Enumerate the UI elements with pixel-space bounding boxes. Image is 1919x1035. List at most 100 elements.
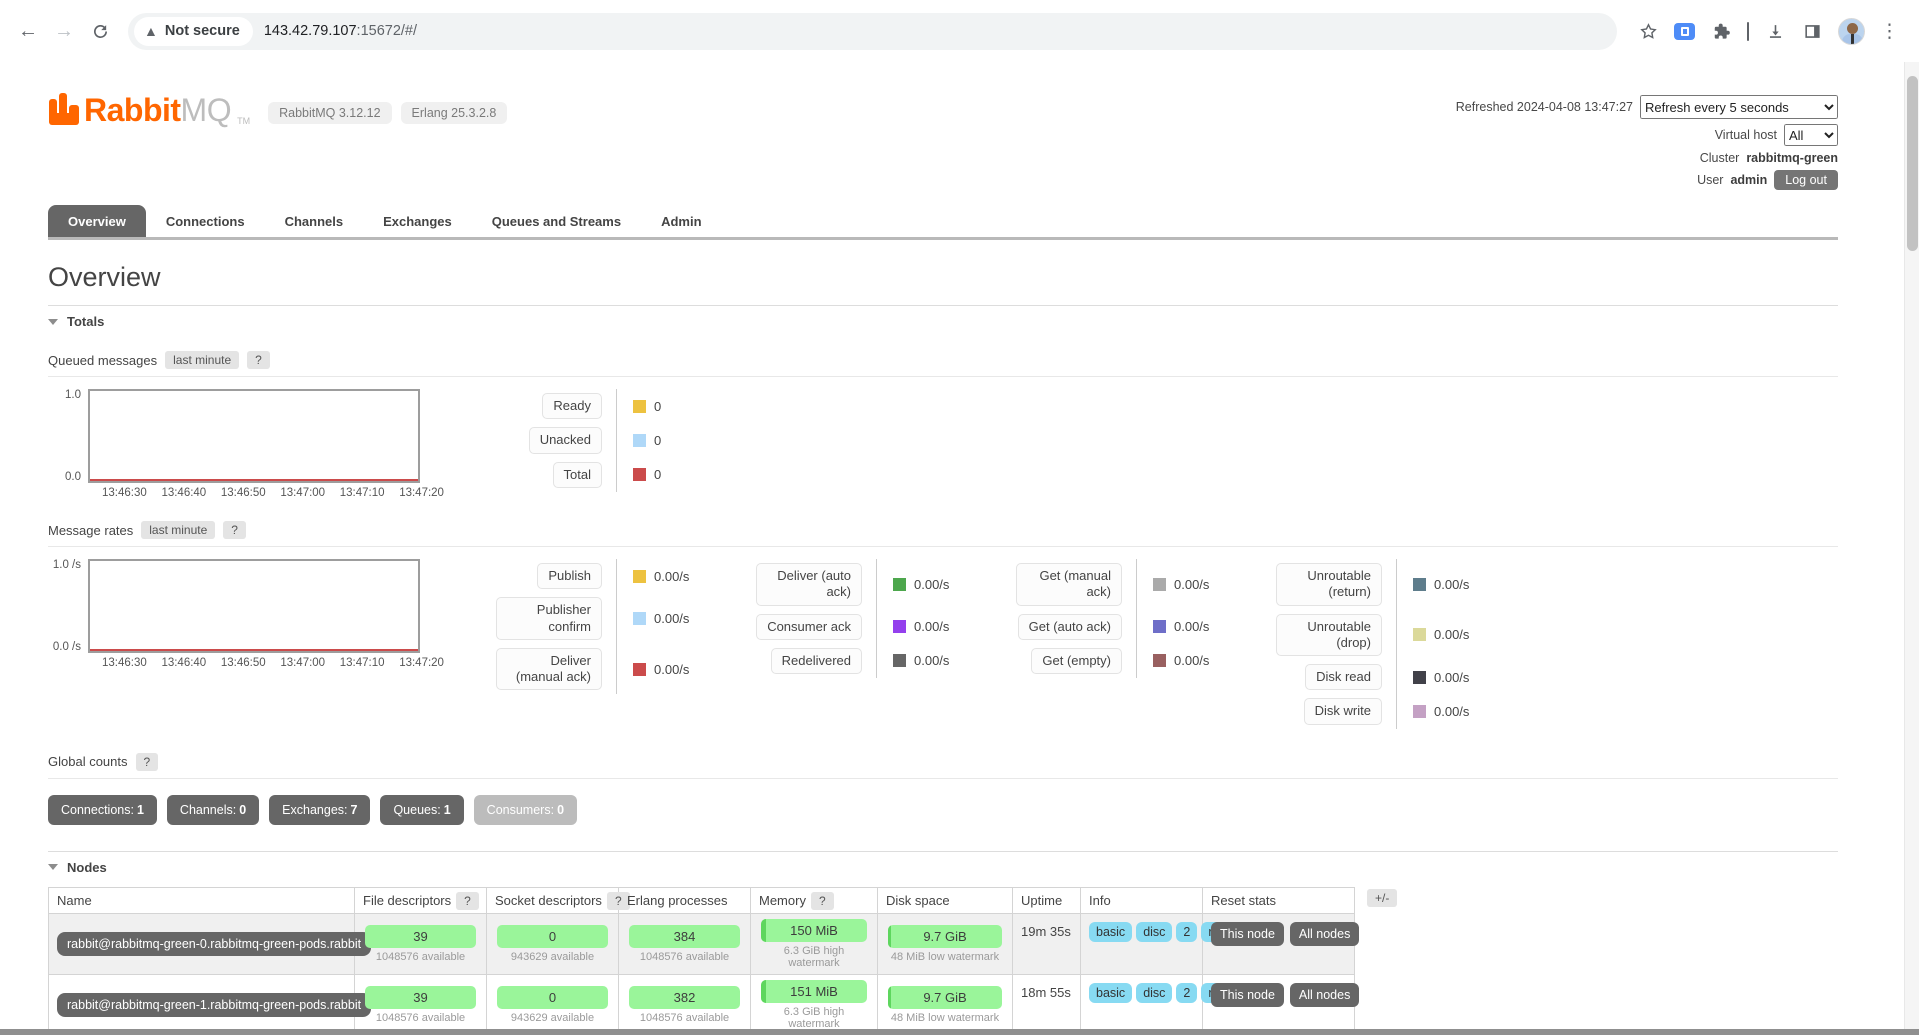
legend-label-button[interactable]: Total <box>553 462 602 488</box>
legend-label-button[interactable]: Get (empty) <box>1031 648 1122 674</box>
memory-help-badge[interactable]: ? <box>811 892 834 910</box>
info-badge-basic[interactable]: basic <box>1089 983 1132 1003</box>
legend-value: 0 <box>654 399 661 414</box>
back-button[interactable]: ← <box>10 13 46 49</box>
tab-overview[interactable]: Overview <box>48 205 146 237</box>
reload-button[interactable] <box>82 13 118 49</box>
socket-cell: 0943629 available <box>487 913 619 974</box>
legend-value: 0 <box>654 467 661 482</box>
rabbitmq-page: RabbitMQ TM RabbitMQ 3.12.12 Erlang 25.3… <box>0 62 1904 1029</box>
info-badge-basic[interactable]: basic <box>1089 922 1132 942</box>
uptime-cell: 19m 35s <box>1013 913 1081 974</box>
download-icon[interactable] <box>1764 20 1786 42</box>
not-secure-chip[interactable]: ▲ Not secure <box>134 17 253 46</box>
exchanges-count-button[interactable]: Exchanges:7 <box>269 795 370 825</box>
legend-swatch <box>633 468 646 481</box>
legend-label-button[interactable]: Disk read <box>1305 664 1382 690</box>
reset-all-nodes-button[interactable]: All nodes <box>1290 983 1359 1007</box>
toolbar-divider <box>1747 22 1749 41</box>
logout-button[interactable]: Log out <box>1774 170 1838 190</box>
extensions-puzzle-icon[interactable] <box>1710 20 1732 42</box>
browser-actions: ⋮ <box>1627 18 1909 45</box>
y-axis-min-label: 0.0 /s <box>53 641 81 653</box>
legend-value: 0.00/s <box>1434 670 1469 685</box>
info-cell: basic disc 2 rss <box>1081 974 1203 1029</box>
queues-count-button[interactable]: Queues:1 <box>380 795 463 825</box>
user-name: admin <box>1730 173 1767 187</box>
disk-cell: 9.7 GiB48 MiB low watermark <box>878 913 1013 974</box>
col-socket-descriptors: Socket descriptors? <box>487 887 619 913</box>
columns-toggle-badge[interactable]: +/- <box>1367 889 1397 907</box>
connections-count-button[interactable]: Connections:1 <box>48 795 157 825</box>
side-panel-icon[interactable] <box>1801 20 1823 42</box>
fd-help-badge[interactable]: ? <box>456 892 479 910</box>
legend-label-button[interactable]: Deliver (manual ack) <box>496 648 602 691</box>
rates-window-badge[interactable]: last minute <box>141 521 215 539</box>
info-badge-disc[interactable]: disc <box>1136 922 1172 942</box>
virtual-host-select[interactable]: All <box>1784 124 1838 146</box>
info-badge-count[interactable]: 2 <box>1176 983 1197 1003</box>
tab-exchanges[interactable]: Exchanges <box>363 205 472 237</box>
url-text[interactable]: 143.42.79.107:15672/#/ <box>264 23 417 39</box>
extension-blue-icon[interactable] <box>1674 23 1695 40</box>
info-badge-disc[interactable]: disc <box>1136 983 1172 1003</box>
menu-kebab-icon[interactable]: ⋮ <box>1880 20 1899 43</box>
legend-label-button[interactable]: Consumer ack <box>756 614 862 640</box>
page-scrollbar[interactable] <box>1904 62 1919 1035</box>
col-file-descriptors: File descriptors? <box>355 887 487 913</box>
x-tick: 13:46:50 <box>221 657 266 669</box>
legend-label-button[interactable]: Unroutable (drop) <box>1276 614 1382 657</box>
user-label: User <box>1697 173 1723 187</box>
global-counts-help-badge[interactable]: ? <box>136 753 159 771</box>
rates-help-badge[interactable]: ? <box>223 521 246 539</box>
legend-label-button[interactable]: Publish <box>537 563 602 589</box>
rabbitmq-logo[interactable]: RabbitMQ TM <box>48 92 250 126</box>
node-name-pill[interactable]: rabbit@rabbitmq-green-0.rabbitmq-green-p… <box>57 932 371 956</box>
legend-label-button[interactable]: Get (manual ack) <box>1016 563 1122 606</box>
legend-label-button[interactable]: Unacked <box>529 427 602 453</box>
legend-label-button[interactable]: Unroutable (return) <box>1276 563 1382 606</box>
section-totals[interactable]: Totals <box>48 305 1838 337</box>
legend-label-button[interactable]: Get (auto ack) <box>1018 614 1122 640</box>
tab-queues-and-streams[interactable]: Queues and Streams <box>472 205 641 237</box>
reset-all-nodes-button[interactable]: All nodes <box>1290 922 1359 946</box>
nodes-header-row: Name File descriptors? Socket descriptor… <box>49 887 1355 913</box>
scrollbar-thumb[interactable] <box>1907 76 1918 251</box>
legend-swatch <box>1413 671 1426 684</box>
legend-swatch <box>1413 705 1426 718</box>
col-uptime: Uptime <box>1013 887 1081 913</box>
reload-icon <box>92 23 109 40</box>
reset-stats-cell: This node All nodes <box>1203 913 1355 974</box>
plot-area <box>88 559 420 653</box>
legend-label-button[interactable]: Deliver (auto ack) <box>756 563 862 606</box>
y-axis-min-label: 0.0 <box>65 471 81 483</box>
queued-help-badge[interactable]: ? <box>247 351 270 369</box>
rate-series-line <box>90 649 418 651</box>
forward-button[interactable]: → <box>46 13 82 49</box>
reset-this-node-button[interactable]: This node <box>1211 922 1284 946</box>
global-counts-label: Global counts <box>48 754 128 769</box>
tab-admin[interactable]: Admin <box>641 205 721 237</box>
channels-count-button[interactable]: Channels:0 <box>167 795 259 825</box>
legend-label-button[interactable]: Publisher confirm <box>496 597 602 640</box>
queued-window-badge[interactable]: last minute <box>165 351 239 369</box>
consumers-count-button[interactable]: Consumers:0 <box>474 795 577 825</box>
address-bar[interactable]: ▲ Not secure 143.42.79.107:15672/#/ <box>128 13 1617 50</box>
section-nodes[interactable]: Nodes <box>48 851 1838 883</box>
tab-channels[interactable]: Channels <box>265 205 364 237</box>
profile-avatar[interactable] <box>1838 18 1865 45</box>
info-badge-count[interactable]: 2 <box>1176 922 1197 942</box>
bookmark-star-icon[interactable] <box>1637 20 1659 42</box>
fd-cell: 391048576 available <box>355 974 487 1029</box>
legend-label-button[interactable]: Ready <box>542 393 602 419</box>
node-name-pill[interactable]: rabbit@rabbitmq-green-1.rabbitmq-green-p… <box>57 993 371 1017</box>
legend-label-button[interactable]: Disk write <box>1304 698 1382 724</box>
tab-connections[interactable]: Connections <box>146 205 265 237</box>
reset-this-node-button[interactable]: This node <box>1211 983 1284 1007</box>
legend-label-button[interactable]: Redelivered <box>771 648 862 674</box>
refresh-interval-select[interactable]: Refresh every 5 seconds <box>1640 95 1838 119</box>
legend-row-total: Total 0 <box>488 458 708 492</box>
rates-legend: Publish 0.00/s Publisher confirm 0.00/s … <box>488 559 1528 729</box>
not-secure-label: Not secure <box>165 23 240 39</box>
memory-cell: 151 MiB6.3 GiB high watermark <box>751 974 878 1029</box>
